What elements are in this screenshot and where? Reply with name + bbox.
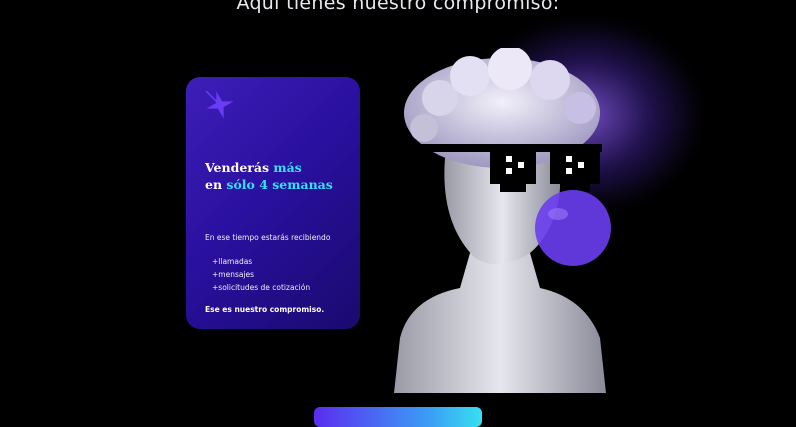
bubblegum-bubble	[535, 190, 611, 266]
benefits-list: +llamadas +mensajes +solicitudes de coti…	[212, 255, 310, 294]
promise-card: Venderás más en sólo 4 semanas En ese ti…	[186, 77, 360, 329]
sparkle-icon	[205, 90, 234, 119]
card-title: Venderás más en sólo 4 semanas	[205, 160, 333, 192]
card-intro: En ese tiempo estarás recibiendo	[205, 233, 331, 242]
page-heading: Aquí tienes nuestro compromiso:	[236, 0, 560, 14]
list-item: +mensajes	[212, 270, 255, 279]
list-item: +llamadas	[212, 257, 253, 266]
cta-button[interactable]	[314, 407, 482, 427]
commitment-text: Ese es nuestro compromiso.	[205, 305, 325, 314]
statue-image	[394, 48, 611, 393]
list-item: +solicitudes de cotización	[212, 283, 311, 292]
